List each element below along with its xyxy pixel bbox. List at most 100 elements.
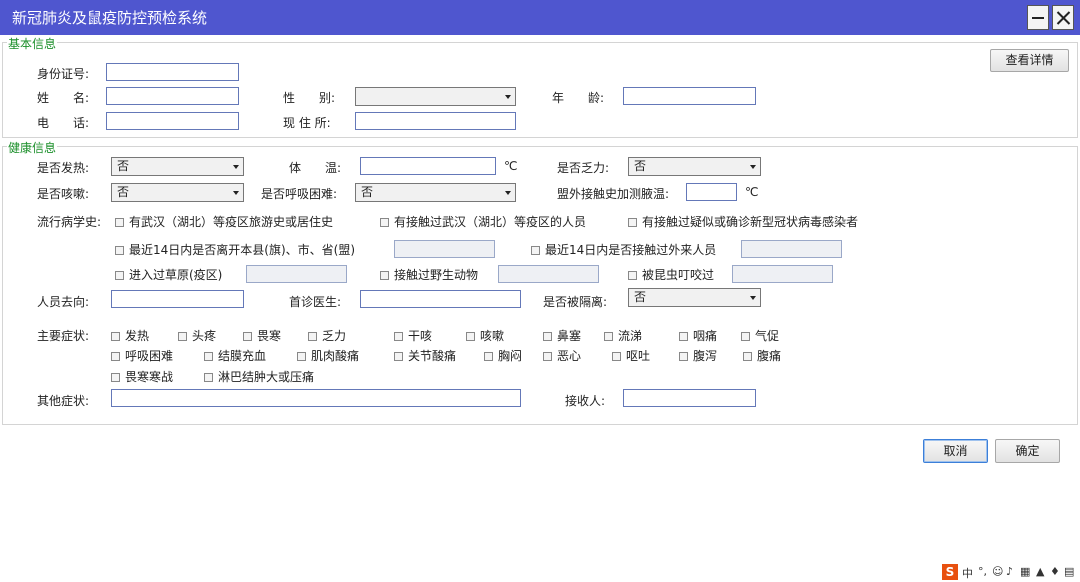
symptom-checkbox[interactable]: 肌肉酸痛 [297, 347, 359, 364]
symptom-checkbox[interactable]: 呼吸困难 [111, 347, 173, 364]
chevron-down-icon [505, 191, 511, 195]
address-input[interactable] [355, 112, 516, 130]
isolated-label: 是否被隔离: [543, 295, 608, 309]
epi-checkbox-grassland[interactable]: 进入过草原(疫区) [115, 266, 222, 283]
basic-info-title: 基本信息 [7, 35, 58, 52]
symptoms-label: 主要症状: [37, 329, 90, 343]
wild-animals-input[interactable] [498, 265, 599, 283]
symptom-checkbox[interactable]: 关节酸痛 [394, 347, 456, 364]
fatigue-select[interactable]: 否 [628, 157, 761, 176]
chevron-down-icon [505, 95, 511, 99]
epi-checkbox-confirmed-contact[interactable]: 有接触过疑似或确诊新型冠状病毒感染者 [628, 213, 858, 230]
symptom-checkbox[interactable]: 乏力 [308, 327, 346, 344]
isolated-select[interactable]: 否 [628, 288, 761, 307]
fatigue-value: 否 [634, 159, 647, 173]
outside-temp-unit: ℃ [745, 185, 759, 199]
receiver-input[interactable] [623, 389, 756, 407]
cough-select[interactable]: 否 [111, 183, 244, 202]
other-symptoms-input[interactable] [111, 389, 521, 407]
symptom-checkbox[interactable]: 淋巴结肿大或压痛 [204, 368, 314, 385]
ime-tray: S 中 °, ☺ ♪ ▦ ▲ ♦ ▤ [940, 562, 1080, 582]
insect-bite-input[interactable] [732, 265, 833, 283]
id-input[interactable] [106, 63, 239, 81]
symptom-checkbox[interactable]: 结膜充血 [204, 347, 266, 364]
title-bar: 新冠肺炎及鼠疫防控预检系统 [0, 0, 1080, 35]
gender-label: 性 别: [283, 91, 336, 105]
window-title: 新冠肺炎及鼠疫防控预检系统 [12, 9, 208, 27]
temperature-input[interactable] [360, 157, 496, 175]
destination-input[interactable] [111, 290, 244, 308]
epi-label: 流行病学史: [37, 215, 102, 229]
outside-temp-label: 盟外接触史加测腋温: [557, 187, 670, 201]
epi-checkbox-left-region[interactable]: 最近14日内是否离开本县(旗)、市、省(盟) [115, 241, 355, 258]
fever-select[interactable]: 否 [111, 157, 244, 176]
symptom-checkbox[interactable]: 干咳 [394, 327, 432, 344]
epi-checkbox-insect-bite[interactable]: 被昆虫叮咬过 [628, 266, 714, 283]
fever-value: 否 [117, 159, 130, 173]
skin-icon[interactable]: ▲ [1036, 565, 1044, 578]
chevron-down-icon [750, 165, 756, 169]
symptom-checkbox[interactable]: 咳嗽 [466, 327, 504, 344]
outsider-contact-input[interactable] [741, 240, 842, 258]
name-label: 姓 名: [37, 91, 90, 105]
symptom-checkbox[interactable]: 腹痛 [743, 347, 781, 364]
symptom-checkbox[interactable]: 咽痛 [679, 327, 717, 344]
symptom-checkbox[interactable]: 鼻塞 [543, 327, 581, 344]
toolbox-icon[interactable]: ▤ [1064, 565, 1074, 578]
breath-value: 否 [361, 185, 374, 199]
symptom-checkbox[interactable]: 畏寒 [243, 327, 281, 344]
view-details-button[interactable]: 查看详情 [990, 49, 1069, 72]
address-label: 现 住 所: [283, 116, 331, 130]
keyboard-icon[interactable]: ▦ [1020, 565, 1030, 578]
fever-label: 是否发热: [37, 161, 90, 175]
symptom-checkbox[interactable]: 发热 [111, 327, 149, 344]
phone-input[interactable] [106, 112, 239, 130]
symptom-checkbox[interactable]: 恶心 [543, 347, 581, 364]
minimize-button[interactable] [1027, 5, 1049, 30]
symptom-checkbox[interactable]: 流涕 [604, 327, 642, 344]
left-region-input[interactable] [394, 240, 495, 258]
grassland-input[interactable] [246, 265, 347, 283]
clothes-icon[interactable]: ♦ [1050, 565, 1060, 578]
epi-checkbox-outsider-contact[interactable]: 最近14日内是否接触过外来人员 [531, 241, 716, 258]
symptom-checkbox[interactable]: 呕吐 [612, 347, 650, 364]
emoji-icon[interactable]: ☺ [992, 565, 1003, 578]
isolated-value: 否 [634, 290, 647, 304]
cough-value: 否 [117, 185, 130, 199]
phone-label: 电 话: [37, 116, 90, 130]
chevron-down-icon [233, 191, 239, 195]
doctor-input[interactable] [360, 290, 521, 308]
temperature-unit: ℃ [504, 159, 518, 173]
other-symptoms-label: 其他症状: [37, 394, 90, 408]
id-label: 身份证号: [37, 67, 90, 81]
sogou-logo-icon[interactable]: S [942, 564, 958, 580]
ok-button[interactable]: 确定 [995, 439, 1060, 463]
symptom-checkbox[interactable]: 腹泻 [679, 347, 717, 364]
microphone-icon[interactable]: ♪ [1006, 565, 1013, 578]
close-button[interactable] [1052, 5, 1074, 30]
epi-checkbox-wild-animals[interactable]: 接触过野生动物 [380, 266, 478, 283]
breath-label: 是否呼吸困难: [261, 187, 338, 201]
symptom-checkbox[interactable]: 胸闷 [484, 347, 522, 364]
fatigue-label: 是否乏力: [557, 161, 610, 175]
chevron-down-icon [750, 296, 756, 300]
cough-label: 是否咳嗽: [37, 187, 90, 201]
gender-select[interactable] [355, 87, 516, 106]
symptom-checkbox[interactable]: 头疼 [178, 327, 216, 344]
health-info-title: 健康信息 [7, 139, 58, 156]
punctuation-icon[interactable]: °, [978, 565, 987, 578]
epi-checkbox-wuhan-contact[interactable]: 有接触过武汉（湖北）等疫区的人员 [380, 213, 586, 230]
symptom-checkbox[interactable]: 气促 [741, 327, 779, 344]
age-label: 年 龄: [552, 91, 605, 105]
temperature-label: 体 温: [289, 161, 342, 175]
symptom-checkbox[interactable]: 畏寒寒战 [111, 368, 173, 385]
outside-temp-input[interactable] [686, 183, 737, 201]
breath-select[interactable]: 否 [355, 183, 516, 202]
doctor-label: 首诊医生: [289, 295, 342, 309]
epi-checkbox-wuhan-travel[interactable]: 有武汉（湖北）等疫区旅游史或居住史 [115, 213, 333, 230]
ime-mode[interactable]: 中 [962, 565, 973, 581]
receiver-label: 接收人: [565, 394, 606, 408]
cancel-button[interactable]: 取消 [923, 439, 988, 463]
age-input[interactable] [623, 87, 756, 105]
name-input[interactable] [106, 87, 239, 105]
